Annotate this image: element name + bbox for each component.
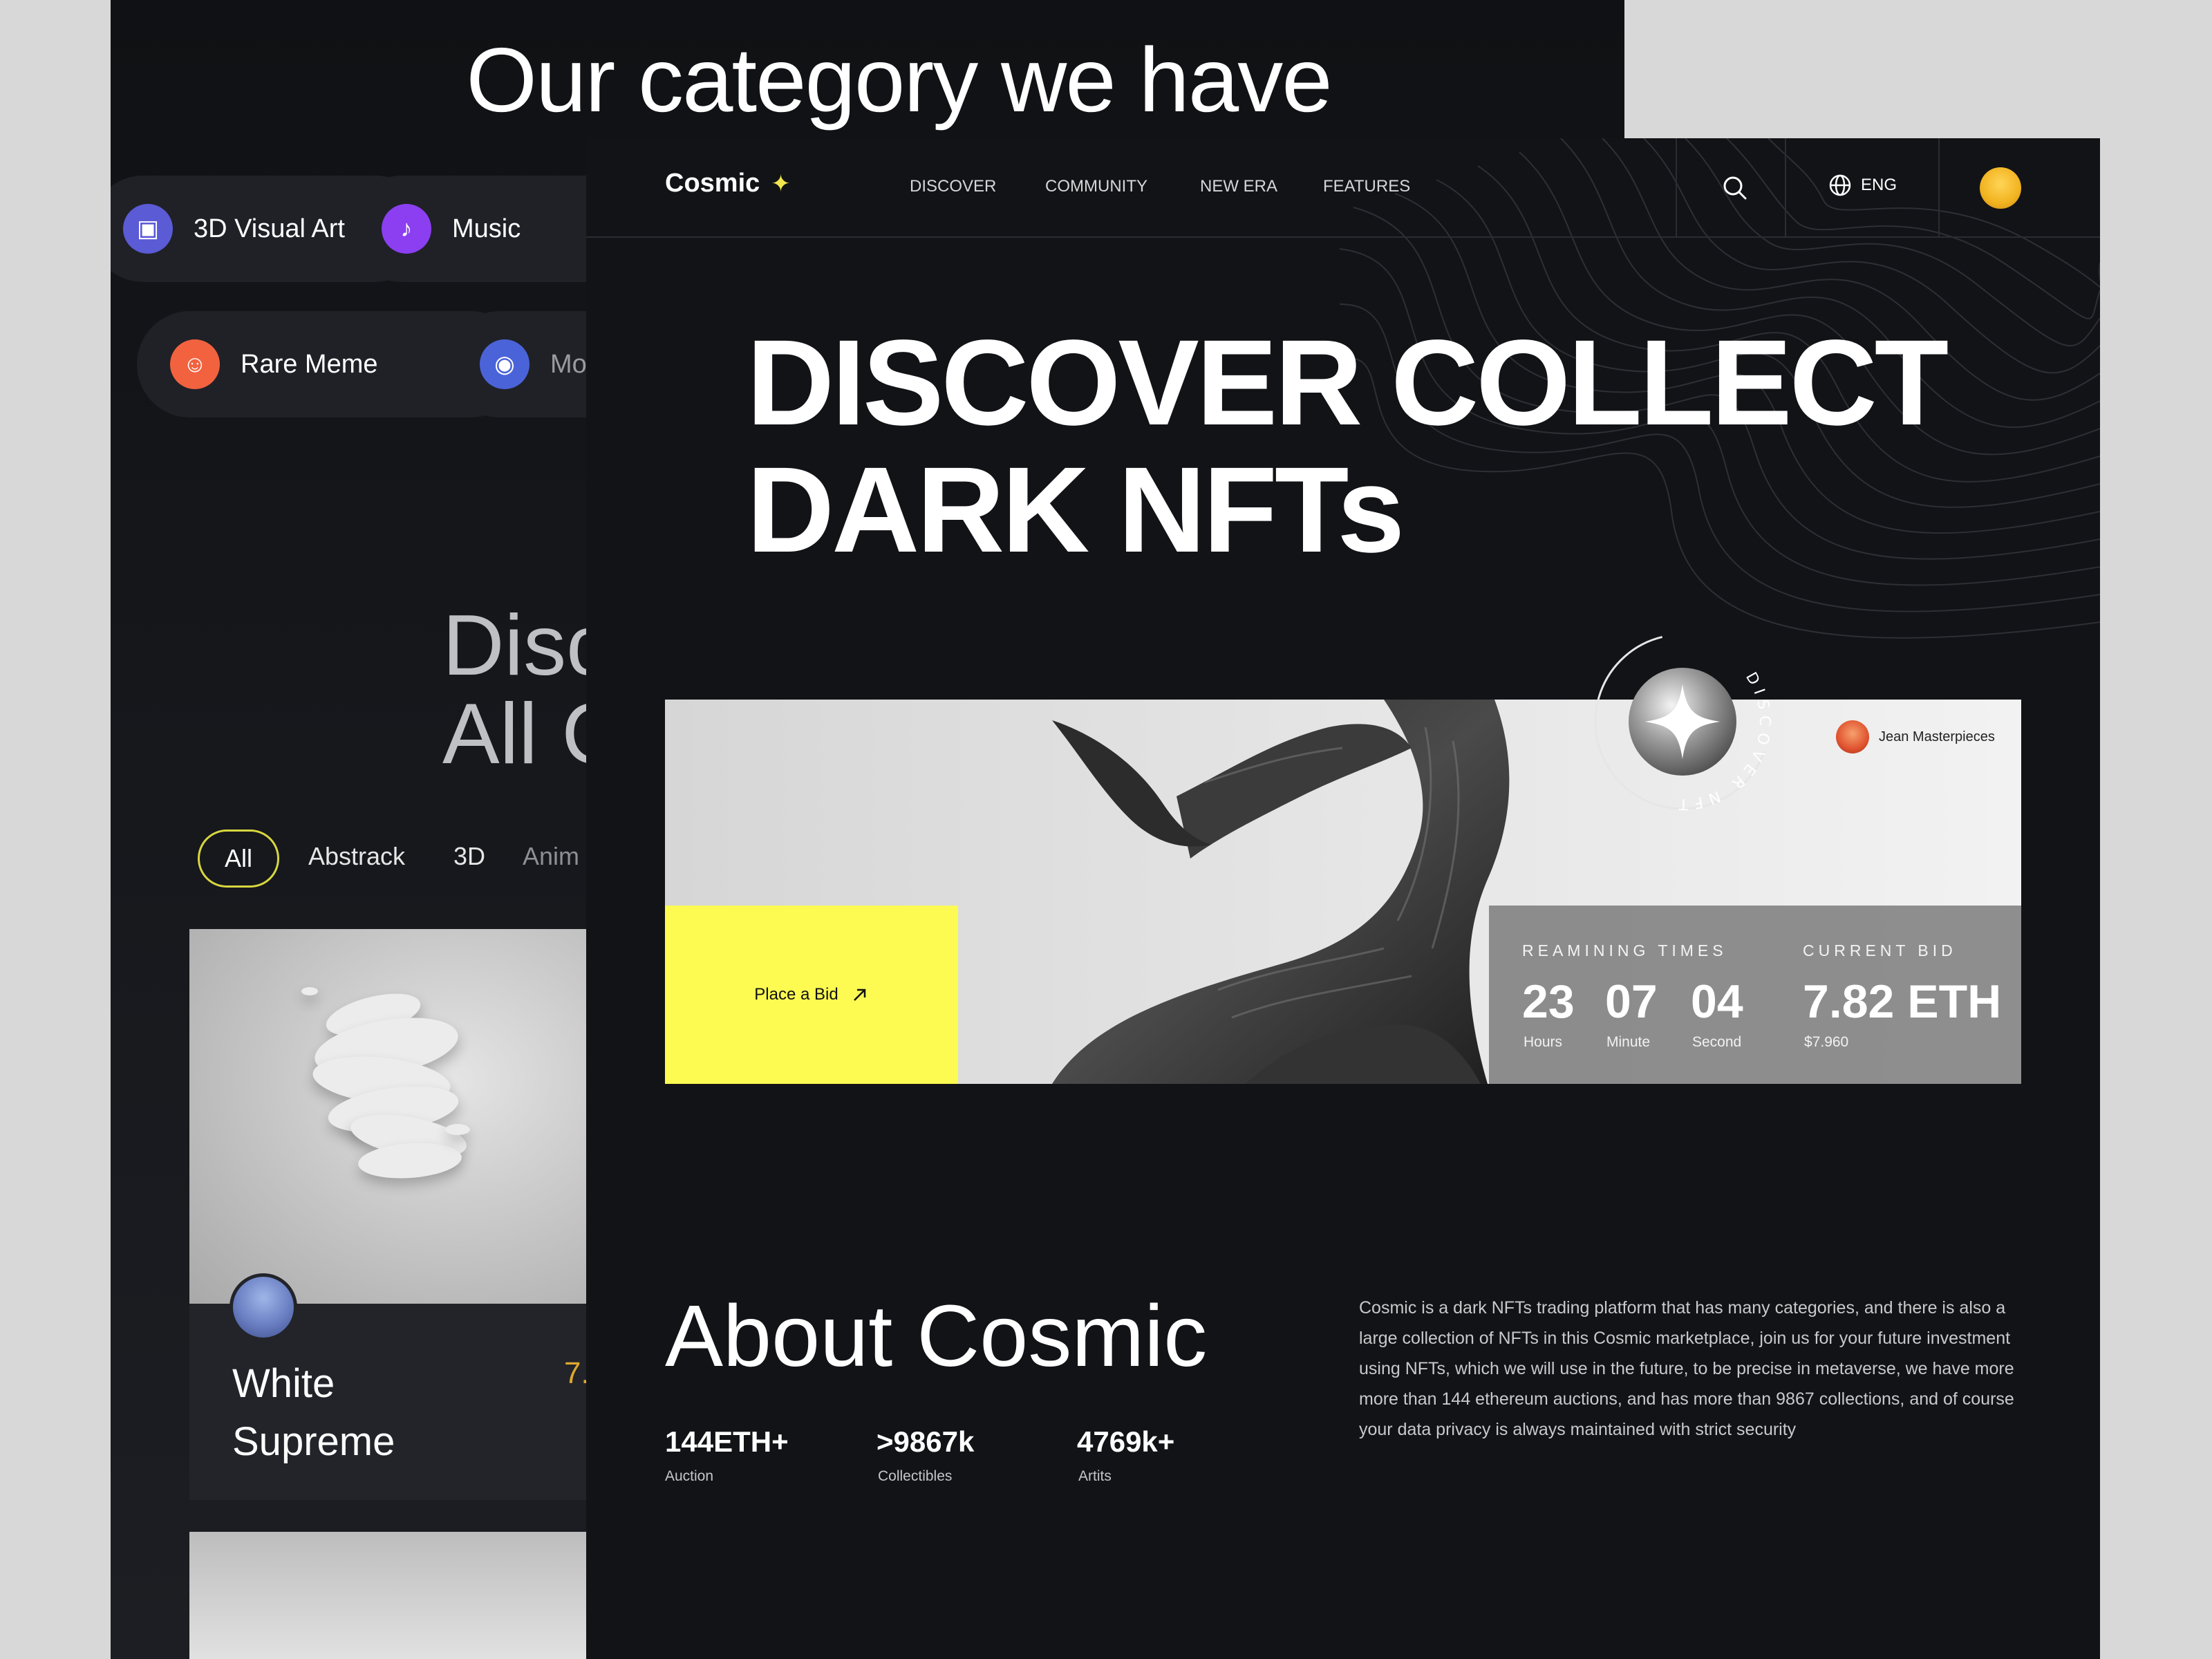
music-note-icon: ♪ <box>382 204 431 254</box>
nav-link-features[interactable]: FEATURES <box>1323 177 1410 196</box>
place-bid-label: Place a Bid <box>754 985 838 1004</box>
nav-divider <box>1785 138 1786 238</box>
globe-icon <box>1829 174 1851 196</box>
top-navbar: Cosmic ✦ DISCOVER COMMUNITY NEW ERA FEAT… <box>586 138 2100 238</box>
hero-title-line-2: DARK NFTs <box>747 442 1405 578</box>
language-selector[interactable]: ENG <box>1828 173 1897 198</box>
auction-stats-box: REAMINING TIMES CURRENT BID 23 07 04 Hou… <box>1489 906 2021 1084</box>
creator-name: Jean Masterpieces <box>1879 729 1995 744</box>
about-description: Cosmic is a dark NFTs trading platform t… <box>1359 1298 2014 1439</box>
current-bid-usd: $7.960 <box>1804 1034 1849 1050</box>
nav-link-new-era[interactable]: NEW ERA <box>1200 177 1277 196</box>
category-label: 3D Visual Art <box>194 214 345 243</box>
stat-artists-label: Artits <box>1078 1468 1112 1484</box>
current-bid-value: 7.82 ETH <box>1803 975 2002 1028</box>
stat-auction-label: Auction <box>665 1468 714 1484</box>
nft-card-title: White Supreme <box>232 1361 395 1464</box>
filter-tab-all[interactable]: All <box>198 830 279 888</box>
creator-avatar <box>229 1273 297 1341</box>
logo-text: Cosmic <box>665 169 760 198</box>
language-label: ENG <box>1861 176 1897 194</box>
filter-tab-anim[interactable]: Anim <box>523 842 579 871</box>
category-label: Music <box>452 214 521 243</box>
cosmic-logo[interactable]: Cosmic ✦ <box>665 169 791 198</box>
user-avatar[interactable] <box>1980 167 2021 209</box>
discover-nft-badge[interactable]: DISCOVER NFT <box>1582 621 1783 823</box>
minutes-unit: Minute <box>1606 1034 1651 1050</box>
minutes-value: 07 <box>1605 975 1658 1028</box>
place-bid-button[interactable]: Place a Bid <box>665 906 958 1084</box>
home-page-panel: Cosmic ✦ DISCOVER COMMUNITY NEW ERA FEAT… <box>586 138 2100 1659</box>
category-label: Rare Meme <box>241 349 378 379</box>
category-label: Mo <box>550 349 587 379</box>
about-title: About Cosmic <box>665 1287 1208 1385</box>
filter-tab-3d[interactable]: 3D <box>453 842 485 871</box>
hours-unit: Hours <box>1524 1034 1563 1050</box>
creator-avatar <box>1836 720 1869 753</box>
smiley-icon: ☺ <box>170 339 220 389</box>
seconds-unit: Second <box>1692 1034 1742 1050</box>
nav-link-discover[interactable]: DISCOVER <box>910 177 996 196</box>
nav-link-community[interactable]: COMMUNITY <box>1045 177 1147 196</box>
stat-artists-value: 4769k+ <box>1077 1425 1175 1458</box>
filter-tab-abstrack[interactable]: Abstrack <box>308 842 405 871</box>
hero-title-line-1: DISCOVER COLLECT <box>747 315 1949 451</box>
remaining-times-label: REAMINING TIMES <box>1522 941 1727 959</box>
stat-collectibles-label: Collectibles <box>878 1468 953 1484</box>
record-icon: ◉ <box>480 339 529 389</box>
arrow-up-right-icon <box>853 988 865 1001</box>
nav-divider <box>1676 138 1677 238</box>
creator-tag[interactable]: Jean Masterpieces <box>1836 720 1995 753</box>
stat-collectibles-value: >9867k <box>877 1425 975 1458</box>
category-heading: Our category we have <box>466 29 1332 131</box>
hours-value: 23 <box>1522 975 1575 1028</box>
hero-title: DISCOVER COLLECT DARK NFTs <box>747 315 1949 578</box>
search-icon[interactable] <box>1720 173 1750 203</box>
seconds-value: 04 <box>1691 975 1743 1028</box>
sparkle-icon: ✦ <box>771 170 791 197</box>
stat-auction-value: 144ETH+ <box>665 1425 789 1458</box>
cube-icon: ▣ <box>123 204 173 254</box>
current-bid-label: CURRENT BID <box>1803 941 1957 959</box>
nav-divider <box>1938 138 1940 238</box>
featured-nft-banner: Jean Masterpieces Place a Bid REAMINING … <box>665 700 2021 1084</box>
